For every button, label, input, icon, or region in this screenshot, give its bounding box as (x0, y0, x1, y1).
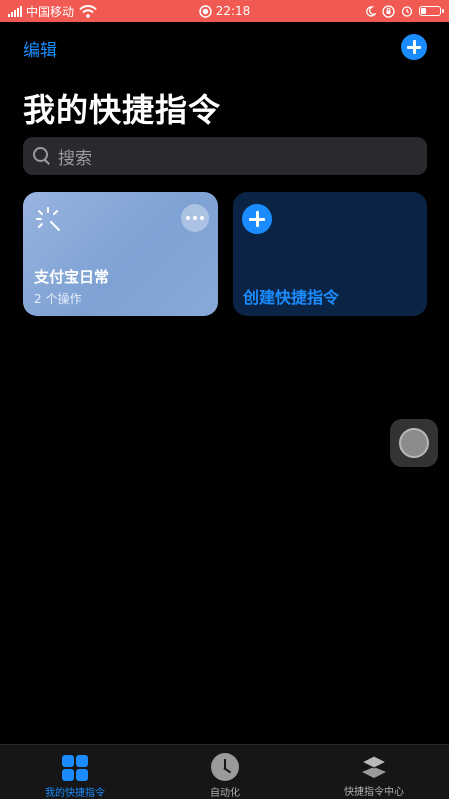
clock-time: 22:18 (215, 4, 251, 18)
more-dot (200, 216, 204, 220)
tab-my-shortcuts[interactable]: 我的快捷指令 (0, 745, 150, 799)
search-icon (32, 146, 52, 166)
status-bar: 中国移动 22:18 (0, 0, 449, 22)
more-dot (186, 216, 190, 220)
more-options-button[interactable] (181, 204, 209, 232)
tab-label: 快捷指令中心 (344, 787, 404, 798)
orientation-lock-icon (382, 4, 395, 18)
alarm-icon (401, 6, 413, 17)
tab-label: 自动化 (210, 788, 240, 799)
add-shortcut-button[interactable] (401, 34, 427, 60)
shortcut-card[interactable]: 支付宝日常 2 个操作 (23, 192, 218, 316)
tab-label: 我的快捷指令 (45, 788, 105, 799)
screen-recording-icon (198, 4, 212, 18)
tab-automation[interactable]: 自动化 (150, 745, 300, 799)
create-shortcut-card[interactable]: 创建快捷指令 (233, 192, 427, 316)
grid-icon (62, 755, 88, 781)
layers-icon (360, 755, 388, 778)
status-right (365, 0, 444, 22)
clock-icon (211, 753, 239, 781)
edit-button[interactable]: 编辑 (23, 36, 57, 61)
search-placeholder: 搜索 (58, 148, 92, 169)
moon-icon (366, 5, 376, 17)
create-shortcut-label: 创建快捷指令 (243, 288, 340, 307)
assistive-touch-button[interactable] (390, 419, 438, 467)
shortcut-title: 支付宝日常 (34, 268, 110, 286)
search-input[interactable]: 搜索 (23, 137, 427, 175)
more-dot (193, 216, 197, 220)
battery-icon (419, 6, 444, 16)
tab-bar: 我的快捷指令 自动化 快捷指令中心 (0, 744, 449, 799)
plus-icon (242, 204, 272, 234)
page-title: 我的快捷指令 (23, 91, 222, 129)
tab-gallery[interactable]: 快捷指令中心 (299, 745, 449, 799)
shortcut-action-count: 2 个操作 (34, 292, 82, 306)
magic-wand-icon (36, 207, 60, 231)
